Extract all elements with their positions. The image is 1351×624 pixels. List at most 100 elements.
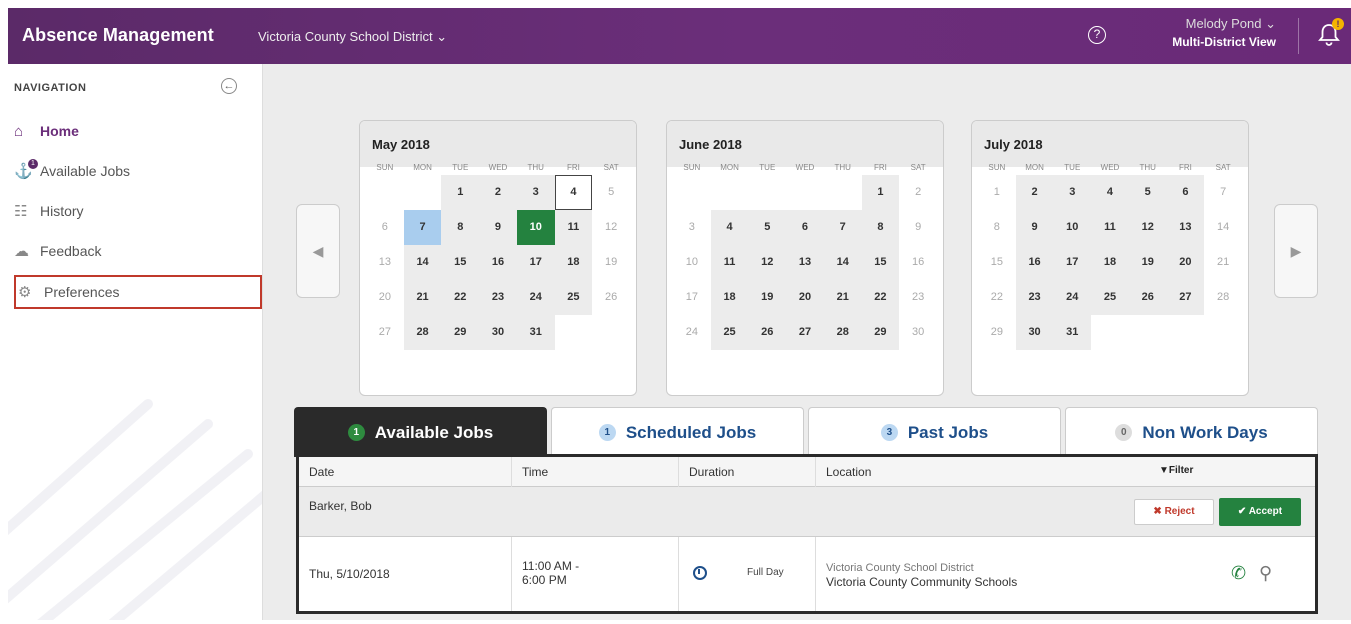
calendar-day[interactable]: 29 bbox=[441, 315, 480, 350]
calendar-day[interactable]: 9 bbox=[899, 210, 937, 245]
calendar-day[interactable]: 17 bbox=[1053, 245, 1092, 280]
calendar-day[interactable]: 18 bbox=[1091, 245, 1129, 280]
calendar-day[interactable]: 25 bbox=[1091, 280, 1129, 315]
calendar-day[interactable]: 3 bbox=[516, 175, 555, 210]
calendar-day[interactable]: 5 bbox=[1128, 175, 1167, 210]
calendar-day[interactable]: 8 bbox=[441, 210, 480, 245]
calendar-day[interactable]: 19 bbox=[748, 280, 787, 315]
calendar-day[interactable]: 7 bbox=[1204, 175, 1242, 210]
calendar-day[interactable]: 28 bbox=[403, 315, 442, 350]
calendar-day[interactable]: 11 bbox=[1091, 210, 1129, 245]
calendar-day[interactable]: 10 bbox=[516, 210, 555, 245]
calendar-day[interactable]: 2 bbox=[899, 175, 937, 210]
calendar-day[interactable]: 6 bbox=[1166, 175, 1205, 210]
calendar-day[interactable]: 10 bbox=[1053, 210, 1092, 245]
calendar-day[interactable]: 19 bbox=[592, 245, 630, 280]
calendar-day[interactable]: 24 bbox=[1053, 280, 1092, 315]
calendar-day[interactable]: 18 bbox=[554, 245, 593, 280]
calendar-day[interactable]: 8 bbox=[978, 210, 1016, 245]
tab-available-jobs[interactable]: 1 Available Jobs bbox=[294, 407, 547, 457]
calendar-day[interactable]: 17 bbox=[673, 280, 711, 315]
calendar-day[interactable]: 6 bbox=[786, 210, 824, 245]
calendar-day[interactable]: 31 bbox=[1053, 315, 1092, 350]
sidebar-item-preferences[interactable]: ⚙ Preferences bbox=[14, 275, 262, 309]
calendar-day[interactable]: 24 bbox=[673, 315, 711, 350]
calendar-day[interactable]: 8 bbox=[861, 210, 900, 245]
calendar-day[interactable]: 14 bbox=[1204, 210, 1242, 245]
column-header-duration[interactable]: Duration bbox=[679, 457, 816, 487]
tab-scheduled-jobs[interactable]: 1 Scheduled Jobs bbox=[551, 407, 804, 457]
calendar-day[interactable]: 4 bbox=[554, 175, 593, 210]
column-header-time[interactable]: Time bbox=[512, 457, 679, 487]
sidebar-item-home[interactable]: ⌂ Home bbox=[14, 116, 254, 146]
calendar-day[interactable]: 15 bbox=[978, 245, 1016, 280]
accept-button[interactable]: ✔ Accept bbox=[1219, 498, 1301, 526]
calendar-day[interactable]: 27 bbox=[786, 315, 824, 350]
district-selector[interactable]: Victoria County School District ⌄ bbox=[258, 29, 447, 45]
calendar-day[interactable]: 24 bbox=[516, 280, 555, 315]
sidebar-item-history[interactable]: ☷ History bbox=[14, 196, 254, 226]
calendar-day[interactable]: 20 bbox=[366, 280, 404, 315]
calendar-day[interactable]: 10 bbox=[673, 245, 711, 280]
user-name[interactable]: Melody Pond ⌄ bbox=[1136, 16, 1276, 32]
calendar-day[interactable]: 16 bbox=[899, 245, 937, 280]
calendar-day[interactable]: 13 bbox=[1166, 210, 1205, 245]
calendar-day[interactable]: 4 bbox=[710, 210, 749, 245]
filter-button[interactable]: ▼Filter bbox=[1159, 457, 1193, 487]
calendar-day[interactable]: 12 bbox=[592, 210, 630, 245]
user-menu[interactable]: Melody Pond ⌄ Multi-District View bbox=[1136, 16, 1276, 49]
calendar-day[interactable]: 1 bbox=[978, 175, 1016, 210]
calendar-day[interactable]: 29 bbox=[861, 315, 900, 350]
calendar-day[interactable]: 2 bbox=[479, 175, 517, 210]
calendar-day[interactable]: 7 bbox=[403, 210, 442, 245]
column-header-location[interactable]: Location bbox=[816, 457, 1216, 487]
calendar-day[interactable]: 30 bbox=[1015, 315, 1054, 350]
calendar-day[interactable]: 12 bbox=[1128, 210, 1167, 245]
calendar-day[interactable]: 26 bbox=[748, 315, 787, 350]
calendar-day[interactable]: 25 bbox=[554, 280, 593, 315]
calendar-day[interactable]: 26 bbox=[1128, 280, 1167, 315]
calendar-day[interactable]: 29 bbox=[978, 315, 1016, 350]
table-row[interactable]: Thu, 5/10/2018 11:00 AM - 6:00 PM Full D… bbox=[299, 537, 1315, 611]
calendar-day[interactable]: 17 bbox=[516, 245, 555, 280]
calendar-day[interactable]: 20 bbox=[786, 280, 824, 315]
calendar-day[interactable]: 5 bbox=[748, 210, 787, 245]
calendar-day[interactable]: 22 bbox=[978, 280, 1016, 315]
calendar-day[interactable]: 31 bbox=[516, 315, 555, 350]
calendar-day[interactable]: 28 bbox=[823, 315, 862, 350]
calendar-day[interactable]: 12 bbox=[748, 245, 787, 280]
calendar-day[interactable]: 28 bbox=[1204, 280, 1242, 315]
calendar-day[interactable]: 21 bbox=[823, 280, 862, 315]
calendar-day[interactable]: 21 bbox=[403, 280, 442, 315]
next-month-button[interactable]: ▶ bbox=[1274, 204, 1318, 298]
calendar-day[interactable]: 16 bbox=[1015, 245, 1054, 280]
calendar-day[interactable]: 2 bbox=[1015, 175, 1054, 210]
calendar-day[interactable]: 20 bbox=[1166, 245, 1205, 280]
calendar-day[interactable]: 14 bbox=[823, 245, 862, 280]
calendar-day[interactable]: 15 bbox=[861, 245, 900, 280]
calendar-day[interactable]: 23 bbox=[899, 280, 937, 315]
column-header-date[interactable]: Date bbox=[299, 457, 512, 487]
tab-non-work-days[interactable]: 0 Non Work Days bbox=[1065, 407, 1318, 457]
collapse-sidebar-icon[interactable]: ← bbox=[221, 78, 237, 94]
help-icon[interactable]: ? bbox=[1088, 26, 1106, 44]
calendar-day[interactable]: 13 bbox=[786, 245, 824, 280]
calendar-day[interactable]: 22 bbox=[441, 280, 480, 315]
calendar-day[interactable]: 18 bbox=[710, 280, 749, 315]
calendar-day[interactable]: 27 bbox=[1166, 280, 1205, 315]
calendar-day[interactable]: 16 bbox=[479, 245, 517, 280]
calendar-day[interactable]: 14 bbox=[403, 245, 442, 280]
previous-month-button[interactable]: ◀ bbox=[296, 204, 340, 298]
calendar-day[interactable]: 3 bbox=[673, 210, 711, 245]
calendar-day[interactable]: 23 bbox=[1015, 280, 1054, 315]
calendar-day[interactable]: 13 bbox=[366, 245, 404, 280]
calendar-day[interactable]: 1 bbox=[441, 175, 480, 210]
calendar-day[interactable]: 9 bbox=[479, 210, 517, 245]
calendar-day[interactable]: 27 bbox=[366, 315, 404, 350]
map-pin-icon[interactable]: ⚲ bbox=[1259, 563, 1272, 584]
sidebar-item-feedback[interactable]: ☁ Feedback bbox=[14, 236, 254, 266]
calendar-day[interactable]: 26 bbox=[592, 280, 630, 315]
calendar-day[interactable]: 30 bbox=[479, 315, 517, 350]
calendar-day[interactable]: 21 bbox=[1204, 245, 1242, 280]
calendar-day[interactable]: 4 bbox=[1091, 175, 1129, 210]
